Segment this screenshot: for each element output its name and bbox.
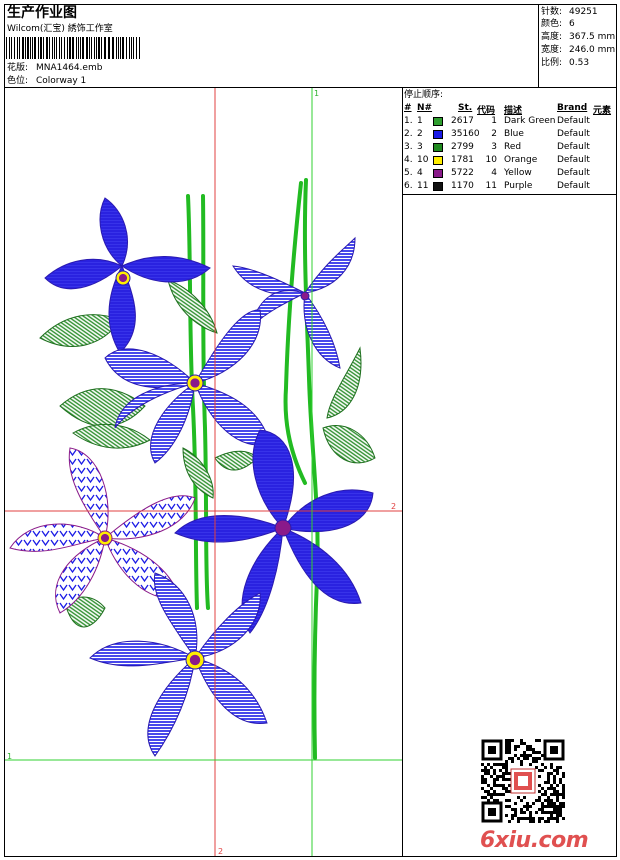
seq-brand: Default [557, 142, 590, 152]
seq-stitches: 2799 [451, 142, 474, 152]
color-swatch [433, 169, 443, 178]
sequence-bottom-rule [402, 194, 617, 195]
barcode [6, 37, 140, 59]
stop-sequence-title: 停止顺序: [404, 90, 444, 100]
seq-num: 4. [404, 155, 413, 165]
guide-label-v-green: 1 [314, 89, 320, 98]
stat-height: 高度: 367.5 mm [541, 32, 616, 42]
seq-desc: Purple [504, 181, 533, 191]
seq-n: 11 [417, 181, 429, 191]
seq-brand: Default [557, 168, 590, 178]
seq-stitches: 35160 [451, 129, 480, 139]
col-header-elem: 元素 [593, 106, 612, 116]
flower-bottom [89, 572, 268, 757]
guide-label-h-green: 1 [7, 752, 13, 761]
watermark: 6xiu.com [480, 828, 589, 853]
seq-code: 2 [491, 129, 497, 139]
seq-stitches: 1781 [451, 155, 474, 165]
color-swatch [433, 182, 443, 191]
color-swatch [433, 156, 443, 165]
seq-num: 6. [404, 181, 413, 191]
col-header-brand: Brand [557, 103, 588, 113]
seq-num: 2. [404, 129, 413, 139]
seq-code: 4 [491, 168, 497, 178]
studio-name: Wilcom(汇宝) 綉饰工作室 [7, 24, 113, 34]
col-header-stitches: St. [458, 103, 473, 113]
seq-brand: Default [557, 129, 590, 139]
seq-brand: Default [557, 181, 590, 191]
seq-stitches: 1170 [451, 181, 474, 191]
seq-code: 3 [491, 142, 497, 152]
guide-label-v-red: 2 [218, 847, 224, 856]
stats-panel-border [538, 4, 539, 88]
design-value: MNA1464.emb [36, 63, 103, 73]
seq-brand: Default [557, 155, 590, 165]
seq-code: 11 [485, 181, 497, 191]
design-label: 花版: [7, 63, 29, 73]
col-header-desc: 描述 [504, 106, 523, 116]
stat-stitches: 针数: 49251 [541, 7, 598, 17]
canvas-right-border [402, 87, 403, 857]
seq-code: 10 [485, 155, 497, 165]
color-swatch [433, 143, 443, 152]
seq-desc: Yellow [504, 168, 532, 178]
design-canvas [5, 88, 402, 856]
seq-desc: Blue [504, 129, 524, 139]
seq-num: 3. [404, 142, 413, 152]
seq-num: 1. [404, 116, 413, 126]
qr-code [480, 738, 566, 824]
seq-stitches: 2617 [451, 116, 474, 126]
guide-label-h-red: 2 [391, 502, 397, 511]
colorway-label: 色位: [7, 76, 29, 86]
seq-num: 5. [404, 168, 413, 178]
seq-desc: Dark Green [504, 116, 556, 126]
seq-desc: Orange [504, 155, 538, 165]
seq-brand: Default [557, 116, 590, 126]
col-header-code: 代码 [477, 106, 496, 116]
color-swatch [433, 117, 443, 126]
color-swatch [433, 130, 443, 139]
seq-stitches: 5722 [451, 168, 474, 178]
col-header-n: N# [417, 103, 433, 113]
colorway-value: Colorway 1 [36, 76, 87, 86]
seq-n: 10 [417, 155, 429, 165]
seq-n: 1 [417, 116, 423, 126]
seq-desc: Red [504, 142, 522, 152]
stat-width: 宽度: 246.0 mm [541, 45, 616, 55]
seq-n: 4 [417, 168, 423, 178]
col-header-num: # [404, 103, 412, 113]
seq-code: 1 [491, 116, 497, 126]
seq-n: 2 [417, 129, 423, 139]
stat-scale: 比例: 0.53 [541, 58, 590, 68]
seq-n: 3 [417, 142, 423, 152]
page-title: 生产作业图 [7, 5, 77, 21]
stat-colors: 颜色: 6 [541, 19, 575, 29]
